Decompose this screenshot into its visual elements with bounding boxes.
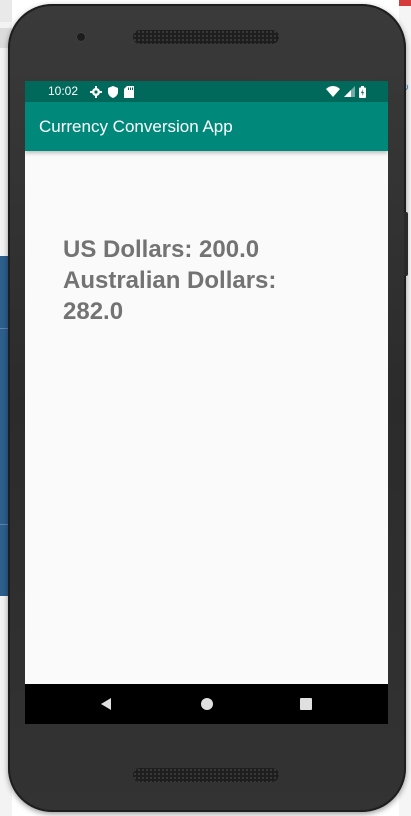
sd-card-icon [124, 85, 134, 98]
australian-dollars-label: Australian Dollars: [63, 267, 277, 294]
bottom-speaker [133, 768, 279, 782]
conversion-result: US Dollars: 200.0 Australian Dollars: 28… [63, 234, 363, 327]
recents-icon[interactable] [300, 698, 312, 710]
top-speaker [133, 30, 279, 44]
background-accent [399, 0, 411, 6]
app-title: Currency Conversion App [39, 117, 233, 136]
navigation-bar [25, 684, 388, 724]
australian-dollars-value: 282.0 [63, 298, 124, 325]
us-dollars-text: US Dollars: 200.0 [63, 236, 260, 263]
background-topbar [0, 0, 12, 22]
power-button[interactable] [404, 212, 408, 276]
system-icons [326, 85, 366, 98]
cell-signal-icon [344, 86, 355, 97]
shield-icon [108, 85, 118, 98]
battery-icon [359, 85, 366, 98]
front-camera-icon [76, 32, 86, 42]
device-screen: 10:02 Currency Conversion App US Dollars… [25, 81, 388, 724]
home-icon[interactable] [201, 698, 213, 710]
status-bar: 10:02 [25, 81, 388, 102]
wifi-icon [326, 86, 340, 97]
app-bar: Currency Conversion App [25, 102, 388, 151]
back-icon[interactable] [101, 698, 111, 710]
notification-icons [90, 85, 134, 98]
settings-icon [90, 85, 102, 98]
status-time: 10:02 [48, 84, 79, 98]
